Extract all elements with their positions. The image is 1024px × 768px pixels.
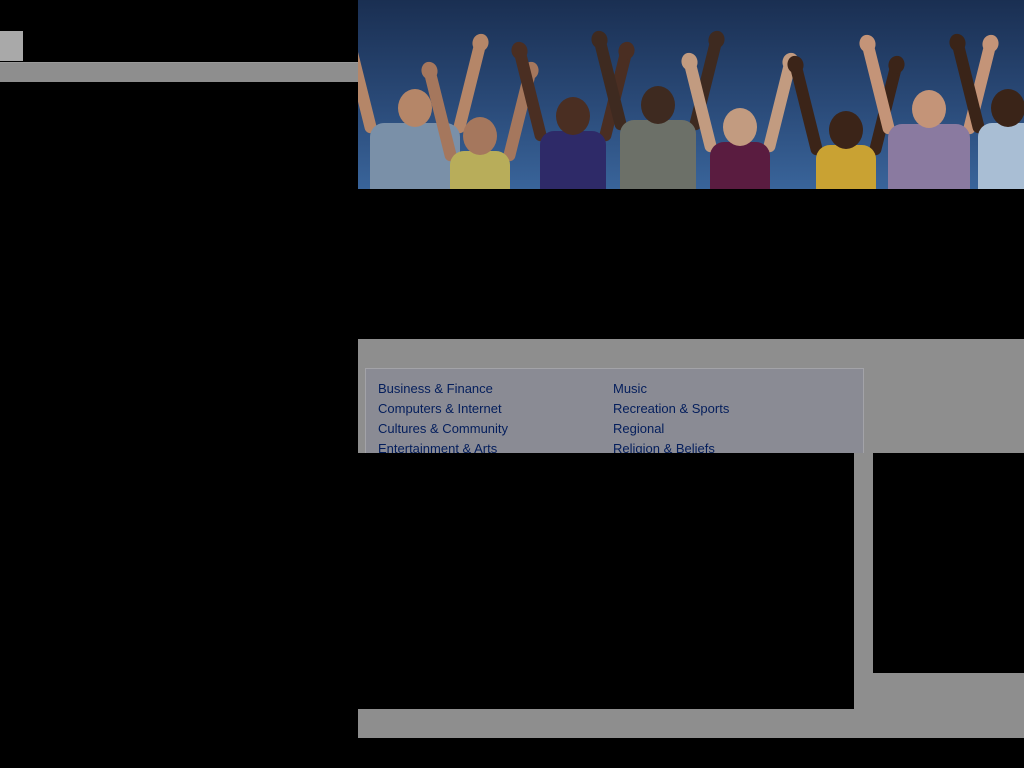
hero-person-6: [785, 54, 907, 189]
category-music[interactable]: Music: [613, 381, 647, 397]
black-overlay-main: [358, 453, 854, 709]
category-computers-internet[interactable]: Computers & Internet: [378, 401, 502, 417]
category-business-finance[interactable]: Business & Finance: [378, 381, 493, 397]
hero-person-1: [358, 29, 491, 189]
category-regional[interactable]: Regional: [613, 421, 664, 437]
black-overlay-side: [873, 453, 1024, 673]
category-recreation-sports[interactable]: Recreation & Sports: [613, 401, 729, 417]
category-box: Business & Finance Computers & Internet …: [365, 368, 864, 456]
hero-person-8: [947, 29, 1024, 189]
left-bar: [0, 62, 358, 82]
hero-person-3: [509, 40, 637, 189]
hero-person-2: [419, 59, 541, 189]
hero-person-5: [679, 51, 801, 189]
left-tab[interactable]: [0, 31, 23, 61]
hero-person-4: [589, 24, 727, 189]
category-cultures-community[interactable]: Cultures & Community: [378, 421, 508, 437]
hero-banner: [358, 0, 1024, 189]
